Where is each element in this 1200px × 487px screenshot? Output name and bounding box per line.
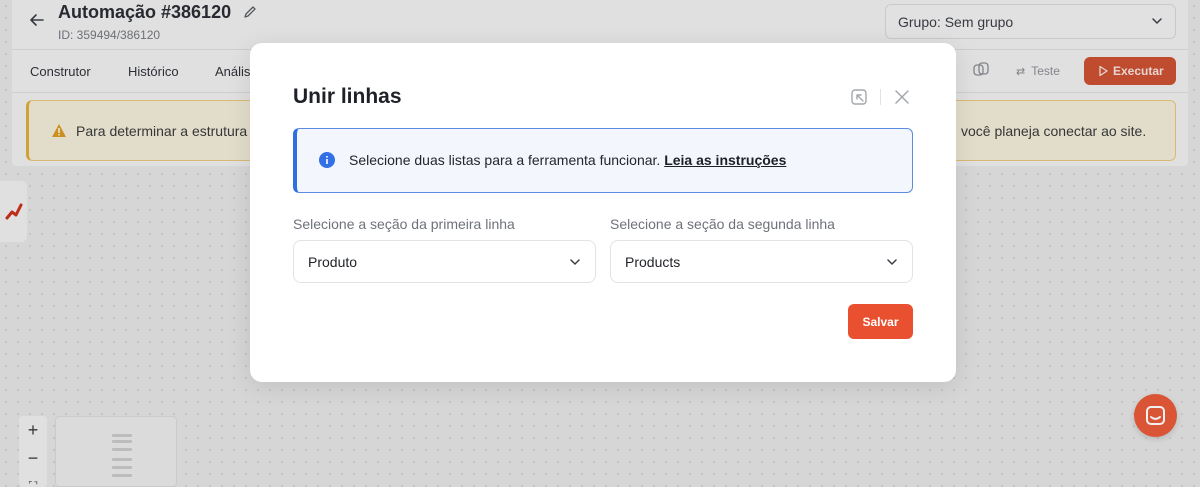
second-row-value: Products [625,254,681,270]
expand-icon[interactable] [850,88,868,106]
first-row-select[interactable]: Produto [293,240,596,283]
second-row-label: Selecione a seção da segunda linha [610,216,835,232]
info-callout: Selecione duas listas para a ferramenta … [293,128,913,193]
info-message: Selecione duas listas para a ferramenta … [349,152,661,168]
save-button[interactable]: Salvar [848,304,913,339]
info-text: Selecione duas listas para a ferramenta … [349,152,786,168]
merge-lines-modal: Unir linhas Selecione duas listas para a… [250,43,956,382]
first-row-label: Selecione a seção da primeira linha [293,216,515,232]
modal-title: Unir linhas [293,85,402,108]
first-row-value: Produto [308,254,358,270]
instructions-link[interactable]: Leia as instruções [664,152,786,168]
chevron-down-icon [570,259,580,266]
close-icon[interactable] [893,88,911,106]
divider [880,89,881,105]
info-icon [319,152,335,168]
second-row-select[interactable]: Products [610,240,913,283]
chevron-down-icon [887,259,897,266]
